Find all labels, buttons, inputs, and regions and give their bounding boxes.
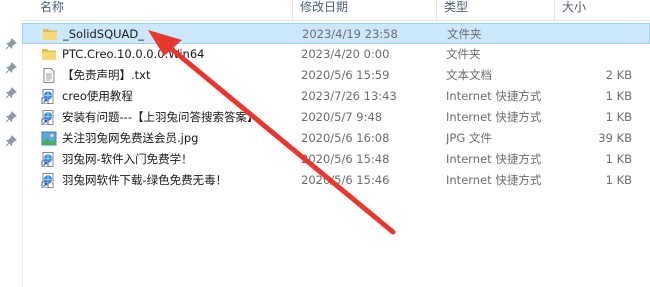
file-size <box>571 24 633 45</box>
file-row[interactable]: 羽兔网软件下载-绿色免费无毒！ 2020/5/6 15:46 Internet … <box>22 170 650 191</box>
file-type: Internet 快捷方式 <box>446 152 542 166</box>
file-type: JPG 文件 <box>446 131 492 145</box>
pin-icon[interactable] <box>5 111 17 123</box>
column-header-name[interactable]: 名称 <box>34 0 264 20</box>
column-header-bar: 名称 修改日期 类型 大小 <box>22 0 650 21</box>
file-row[interactable]: creo使用教程 2023/7/26 13:43 Internet 快捷方式 1… <box>22 86 650 107</box>
internet-shortcut-icon <box>41 110 57 126</box>
column-divider[interactable] <box>436 0 437 20</box>
file-size: 1 KB <box>605 173 632 187</box>
file-type: Internet 快捷方式 <box>446 89 542 103</box>
file-row[interactable]: 安装有问题---【上羽兔问答搜索答案】 2020/5/7 9:48 Intern… <box>22 107 650 128</box>
file-type: Internet 快捷方式 <box>446 110 542 124</box>
file-name: 【免责声明】.txt <box>62 68 151 82</box>
internet-shortcut-icon <box>41 152 57 168</box>
file-row[interactable]: 羽兔网-软件入门免费学！ 2020/5/6 15:48 Internet 快捷方… <box>22 149 650 170</box>
file-name: PTC.Creo.10.0.0.0.Win64 <box>62 47 205 61</box>
file-name: _SolidSQUAD_ <box>63 27 145 41</box>
file-row[interactable]: 关注羽兔网免费送会员.jpg 2020/5/6 16:08 JPG 文件 39 … <box>22 128 650 149</box>
column-divider[interactable] <box>554 0 555 20</box>
file-date: 2023/4/20 0:00 <box>301 47 390 61</box>
file-date: 2023/7/26 13:43 <box>301 89 397 103</box>
folder-icon <box>41 47 57 62</box>
pin-icon[interactable] <box>5 87 17 99</box>
file-name: 羽兔网-软件入门免费学！ <box>62 152 193 166</box>
file-name: 安装有问题---【上羽兔问答搜索答案】 <box>62 110 259 124</box>
pin-icon[interactable] <box>5 135 17 147</box>
folder-icon <box>42 27 58 42</box>
internet-shortcut-icon <box>41 89 57 105</box>
file-size: 2 KB <box>605 68 632 82</box>
file-size: 1 KB <box>605 89 632 103</box>
file-name: 羽兔网软件下载-绿色免费无毒！ <box>62 173 228 187</box>
column-header-size[interactable]: 大小 <box>556 0 636 20</box>
file-date: 2020/5/6 16:08 <box>301 131 390 145</box>
file-row[interactable]: PTC.Creo.10.0.0.0.Win64 2023/4/20 0:00 文… <box>22 44 650 65</box>
file-date: 2020/5/6 15:59 <box>301 68 390 82</box>
file-name: 关注羽兔网免费送会员.jpg <box>62 131 199 145</box>
file-type: 文件夹 <box>446 47 481 61</box>
internet-shortcut-icon <box>41 173 57 189</box>
column-header-type[interactable]: 类型 <box>438 0 558 20</box>
file-size: 1 KB <box>605 152 632 166</box>
file-row[interactable]: 【免责声明】.txt 2020/5/6 15:59 文本文档 2 KB <box>22 65 650 86</box>
file-type: 文本文档 <box>446 68 492 82</box>
file-type: 文件夹 <box>447 27 482 41</box>
column-divider[interactable] <box>292 0 293 20</box>
file-date: 2020/5/7 9:48 <box>301 110 383 124</box>
file-size: 39 KB <box>598 131 632 145</box>
file-size: 1 KB <box>605 110 632 124</box>
pin-icon[interactable] <box>5 38 17 50</box>
text-file-icon <box>41 68 57 83</box>
file-row[interactable]: _SolidSQUAD_ 2023/4/19 23:58 文件夹 <box>22 23 650 44</box>
image-file-icon <box>41 131 57 146</box>
file-type: Internet 快捷方式 <box>446 173 542 187</box>
file-date: 2023/4/19 23:58 <box>302 27 398 41</box>
column-header-date[interactable]: 修改日期 <box>294 0 434 20</box>
navigation-pane <box>0 0 23 287</box>
pin-icon[interactable] <box>5 62 17 74</box>
file-date: 2020/5/6 15:46 <box>301 173 390 187</box>
file-date: 2020/5/6 15:48 <box>301 152 390 166</box>
file-name: creo使用教程 <box>62 89 133 103</box>
file-size <box>570 44 632 65</box>
